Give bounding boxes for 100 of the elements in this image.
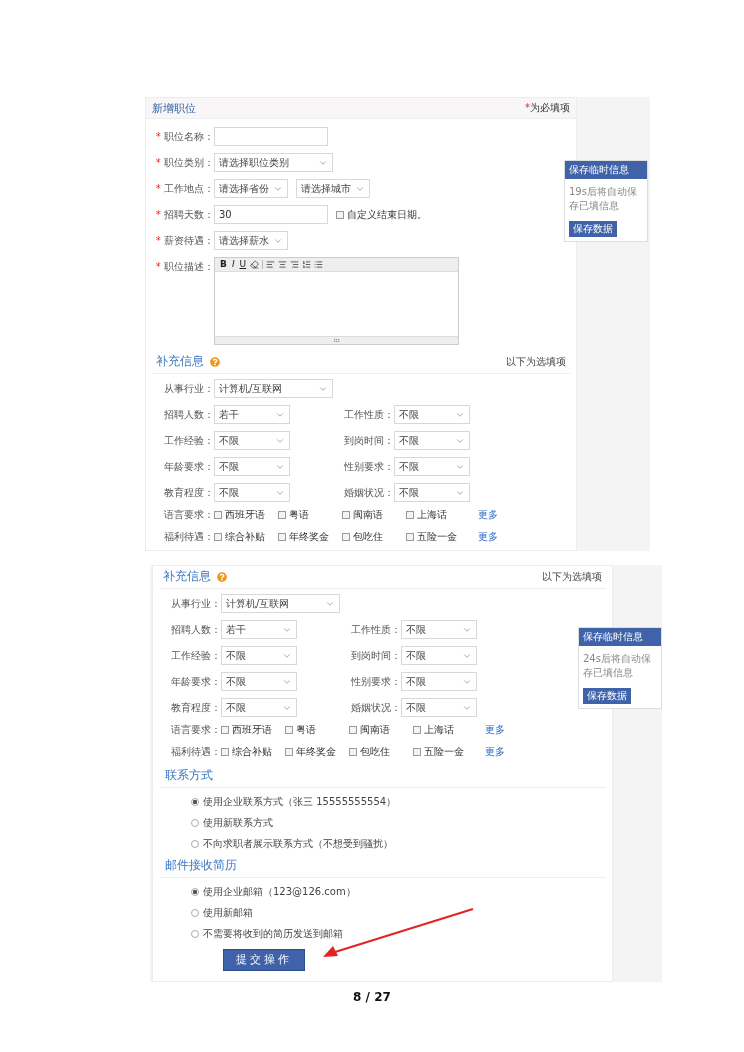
checkbox-label: 自定义结束日期。 xyxy=(347,207,427,222)
checkbox[interactable] xyxy=(336,210,344,219)
checkbox-label: 年终奖金 xyxy=(289,529,329,544)
italic-button[interactable]: I xyxy=(230,259,236,270)
dropdown[interactable]: 不限 xyxy=(221,672,297,691)
underline-button[interactable]: U xyxy=(238,259,248,270)
submit-button[interactable]: 提交操作 xyxy=(223,948,305,971)
field-label: * 薪资待遇： xyxy=(154,234,214,248)
section-title: 补充信息 xyxy=(156,353,204,370)
radio-button[interactable] xyxy=(191,840,199,848)
checkbox[interactable] xyxy=(278,532,286,541)
panel-title: 保存临时信息 xyxy=(565,161,647,179)
checkbox[interactable] xyxy=(342,532,350,541)
checkbox-label: 综合补贴 xyxy=(232,744,272,759)
required-note: *为必填项 xyxy=(525,101,570,115)
help-icon[interactable] xyxy=(210,356,220,367)
resize-handle-icon[interactable] xyxy=(333,337,340,344)
save-data-button[interactable]: 保存数据 xyxy=(569,221,617,237)
checkbox-label: 闽南语 xyxy=(360,722,390,737)
checkbox[interactable] xyxy=(406,532,414,541)
radio-label: 使用企业联系方式（张三 15555555554） xyxy=(203,795,397,809)
field-label: 从事行业： xyxy=(171,597,221,611)
field-label: 从事行业： xyxy=(164,382,214,396)
field-label: 福利待遇： xyxy=(171,745,221,759)
dropdown[interactable]: 计算机/互联网 xyxy=(214,379,333,398)
dropdown[interactable]: 请选择职位类别 xyxy=(214,153,333,172)
eraser-icon[interactable] xyxy=(250,260,260,269)
more-link[interactable]: 更多 xyxy=(485,744,612,759)
text-field[interactable]: 30 xyxy=(214,205,328,224)
radio-button[interactable] xyxy=(191,909,199,917)
more-link[interactable]: 更多 xyxy=(478,507,576,522)
checkbox[interactable] xyxy=(349,747,357,756)
radio-button[interactable] xyxy=(191,930,199,938)
dropdown[interactable]: 不限 xyxy=(394,431,470,450)
checkbox[interactable] xyxy=(285,725,293,734)
checkbox[interactable] xyxy=(214,510,222,519)
checkbox-label: 粤语 xyxy=(289,507,309,522)
field-label: 到岗时间： xyxy=(351,649,401,663)
section-title: 联系方式 xyxy=(159,767,606,788)
dropdown[interactable]: 若干 xyxy=(214,405,290,424)
dropdown[interactable]: 不限 xyxy=(214,457,290,476)
text-field[interactable] xyxy=(214,127,328,146)
radio-button[interactable] xyxy=(191,888,199,896)
save-data-button[interactable]: 保存数据 xyxy=(583,688,631,704)
dropdown[interactable]: 请选择城市 xyxy=(296,179,370,198)
bullet-list-icon[interactable] xyxy=(314,260,324,269)
checkbox[interactable] xyxy=(278,510,286,519)
checkbox[interactable] xyxy=(221,725,229,734)
dropdown[interactable]: 请选择薪水 xyxy=(214,231,288,250)
field-label: 性别要求： xyxy=(344,460,394,474)
field-label: 教育程度： xyxy=(171,701,221,715)
autosave-text: 19s后将自动保存已填信息 xyxy=(568,185,638,213)
more-link[interactable]: 更多 xyxy=(485,722,612,737)
checkbox[interactable] xyxy=(413,747,421,756)
help-icon[interactable] xyxy=(217,571,227,582)
checkbox[interactable] xyxy=(214,532,222,541)
dropdown[interactable]: 不限 xyxy=(401,698,477,717)
checkbox[interactable] xyxy=(342,510,350,519)
checkbox[interactable] xyxy=(413,725,421,734)
dropdown[interactable]: 不限 xyxy=(394,457,470,476)
dropdown[interactable]: 请选择省份 xyxy=(214,179,288,198)
align-right-icon[interactable] xyxy=(290,260,300,269)
dropdown[interactable]: 若干 xyxy=(221,620,297,639)
field-label: 语言要求： xyxy=(171,723,221,737)
checkbox[interactable] xyxy=(349,725,357,734)
bold-button[interactable]: B xyxy=(219,259,228,270)
optional-note: 以下为选填项 xyxy=(506,354,566,369)
align-center-icon[interactable] xyxy=(278,260,288,269)
field-label: 工作经验： xyxy=(171,649,221,663)
field-label: 语言要求： xyxy=(164,508,214,522)
field-label: * 职位名称： xyxy=(154,130,214,144)
dropdown[interactable]: 不限 xyxy=(394,483,470,502)
numbered-list-icon[interactable] xyxy=(302,260,312,269)
radio-label: 使用新邮箱 xyxy=(203,906,253,920)
field-label: 工作经验： xyxy=(164,434,214,448)
radio-button[interactable] xyxy=(191,819,199,827)
dropdown[interactable]: 不限 xyxy=(214,483,290,502)
dropdown[interactable]: 不限 xyxy=(401,620,477,639)
field-label: 年龄要求： xyxy=(171,675,221,689)
radio-label: 使用新联系方式 xyxy=(203,816,273,830)
dropdown[interactable]: 计算机/互联网 xyxy=(221,594,340,613)
dropdown[interactable]: 不限 xyxy=(221,646,297,665)
checkbox[interactable] xyxy=(406,510,414,519)
dropdown[interactable]: 不限 xyxy=(214,431,290,450)
more-link[interactable]: 更多 xyxy=(478,529,576,544)
checkbox-label: 包吃住 xyxy=(353,529,383,544)
radio-label: 不向求职者展示联系方式（不想受到骚扰） xyxy=(203,837,393,851)
align-left-icon[interactable] xyxy=(266,260,276,269)
rich-text-editor[interactable]: B I U xyxy=(214,257,459,345)
dropdown[interactable]: 不限 xyxy=(221,698,297,717)
checkbox-label: 包吃住 xyxy=(360,744,390,759)
dropdown[interactable]: 不限 xyxy=(394,405,470,424)
checkbox-label: 五险一金 xyxy=(424,744,464,759)
radio-button[interactable] xyxy=(191,798,199,806)
dropdown[interactable]: 不限 xyxy=(401,646,477,665)
radio-label: 使用企业邮箱（123@126.com） xyxy=(203,885,356,899)
checkbox-label: 西班牙语 xyxy=(225,507,265,522)
checkbox[interactable] xyxy=(285,747,293,756)
checkbox[interactable] xyxy=(221,747,229,756)
dropdown[interactable]: 不限 xyxy=(401,672,477,691)
